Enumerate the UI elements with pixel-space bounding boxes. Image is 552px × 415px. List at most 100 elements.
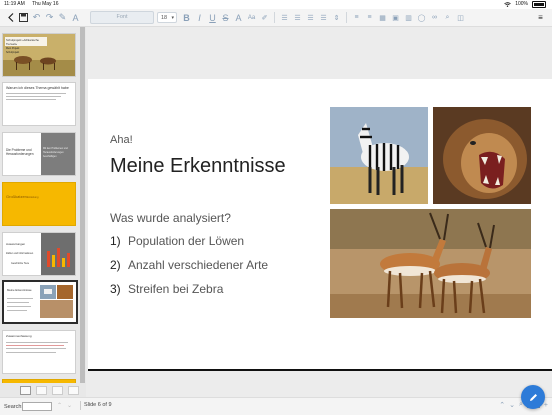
thumbnail-1-sub2: Schulprojekt: [6, 51, 20, 54]
list-item-number: 3): [110, 282, 121, 296]
status-bar: 11:19 AM Thu May 16 100%: [0, 0, 552, 9]
previous-slide-icon[interactable]: ⌃: [499, 401, 505, 409]
thumbnail-7-title: Zusammenfassung: [6, 334, 32, 338]
slide-thumbnails-panel: Schulprojekt »Afrikanische Tierwelt« Mei…: [0, 27, 86, 383]
next-slide-icon[interactable]: ⌄: [509, 401, 515, 409]
slide-thumbnail-4[interactable]: Großkatzen Einleitung: [2, 182, 76, 226]
search-next-icon[interactable]: ⌄: [67, 402, 72, 409]
slide-canvas-area: Aha! Meine Erkenntnisse Was wurde analys…: [86, 27, 552, 397]
line-spacing-icon[interactable]: ⇕: [331, 11, 342, 25]
font-size-select[interactable]: 18 ▾: [157, 12, 177, 23]
thumbnail-6-text: [7, 310, 27, 312]
status-time: 11:19 AM: [4, 1, 25, 7]
slide-thumbnail-6[interactable]: Meine Erkenntnisse: [2, 280, 78, 324]
search-prev-icon[interactable]: ⌃: [57, 402, 62, 409]
table-icon[interactable]: ▦: [377, 11, 388, 25]
thumbnail-6-title: Meine Erkenntnisse: [7, 288, 32, 292]
thumbnail-6-photos: [40, 285, 73, 318]
slide-thumbnail-7[interactable]: Zusammenfassung: [2, 330, 76, 374]
bullet-list-icon[interactable]: ≡: [351, 11, 362, 25]
justify-icon[interactable]: ☰: [318, 11, 329, 25]
slide-thumbnail-5[interactable]: Auswertungen Zahlen und Informationen Ge…: [2, 232, 76, 276]
strikethrough-icon[interactable]: S: [220, 11, 231, 25]
thumbnail-6-text: [7, 302, 29, 304]
text-style-icon[interactable]: A: [70, 11, 81, 25]
list-item: 3) Streifen bei Zebra: [110, 282, 268, 306]
font-color-icon[interactable]: A: [233, 11, 244, 25]
thumbnail-4-sub: Einleitung: [27, 196, 39, 199]
list-item: 1) Population der Löwen: [110, 234, 268, 258]
bold-icon[interactable]: B: [181, 11, 192, 25]
search-icon[interactable]: ⌕: [442, 11, 453, 25]
thumbnail-3-title: Die Probleme und Herausforderungen: [6, 148, 34, 156]
battery-percent: 100%: [515, 1, 528, 7]
numbered-list-icon[interactable]: ≡: [364, 11, 375, 25]
slide-thumbnail-1[interactable]: Schulprojekt »Afrikanische Tierwelt« Mei…: [2, 33, 76, 77]
back-icon[interactable]: [5, 11, 16, 25]
slide-thumbnail-3[interactable]: Die Probleme und Herausforderungen Mit d…: [2, 132, 76, 176]
outline-view-icon[interactable]: [36, 385, 47, 395]
thumbnail-5-sub: Zahlen und Informationen: [6, 252, 34, 255]
thumbnail-7-text: [6, 342, 68, 344]
undo-icon[interactable]: ↶: [31, 11, 42, 25]
toolbar-divider: [274, 12, 275, 23]
font-select[interactable]: Font: [90, 11, 154, 24]
slide-view-icon[interactable]: [20, 385, 31, 395]
italic-icon[interactable]: I: [194, 11, 205, 25]
sidebar-scrollbar[interactable]: [80, 27, 85, 383]
slide-canvas[interactable]: Aha! Meine Erkenntnisse Was wurde analys…: [88, 79, 552, 371]
chevron-down-icon: ▾: [171, 15, 174, 21]
slide-heading[interactable]: Meine Erkenntnisse: [110, 155, 286, 178]
align-right-icon[interactable]: ☰: [305, 11, 316, 25]
slide-counter: Slide 6 of 9: [80, 401, 112, 410]
save-icon[interactable]: [18, 11, 29, 25]
search-input[interactable]: [22, 402, 52, 411]
toolbar-divider: [346, 12, 347, 23]
chart-icon[interactable]: ▥: [403, 11, 414, 25]
status-date: Thu May 16: [32, 1, 59, 7]
slide-bullet-list[interactable]: 1) Population der Löwen 2) Anzahl verschie…: [110, 234, 268, 306]
thumbnail-7-text: [6, 352, 56, 354]
slide-question[interactable]: Was wurde analysiert?: [110, 211, 231, 225]
font-size-value: 18: [161, 15, 168, 21]
bottom-status-bar: Search: ⌃ ⌄ Slide 6 of 9 ⌃ ⌄ ⌕ +: [0, 397, 552, 415]
thumbnail-7-text: [6, 348, 66, 350]
battery-icon: [532, 1, 546, 8]
thumbnail-2-text: [6, 96, 61, 98]
link-icon[interactable]: ∞: [429, 11, 440, 25]
master-view-icon[interactable]: [68, 385, 79, 395]
list-item-text: Streifen bei Zebra: [128, 282, 224, 296]
zebra-photo[interactable]: [330, 107, 428, 204]
menu-icon[interactable]: ≡: [535, 11, 546, 25]
notes-view-icon[interactable]: [52, 385, 63, 395]
edit-button[interactable]: [521, 385, 545, 409]
pencil-icon: [529, 393, 537, 401]
thumbnail-6-text: [7, 306, 31, 308]
shapes-icon[interactable]: ◯: [416, 11, 427, 25]
sidebar-bottom-bar: [0, 383, 86, 397]
thumbnail-1-title: Schulprojekt »Afrikanische Tierwelt«: [6, 38, 39, 46]
thumbnail-5-chart: [47, 248, 70, 267]
antelope-photo[interactable]: [330, 209, 531, 318]
toolbar: ↶ ↷ ✎ A Font 18 ▾ B I U S A Aa ✐ ☰ ☰ ☰ ☰…: [0, 9, 552, 27]
lion-photo[interactable]: [433, 107, 531, 204]
thumbnail-2-text: [6, 99, 56, 101]
thumbnail-6-text: [7, 298, 33, 300]
thumbnail-3-side: Mit den Problemen und Herausforderungen …: [43, 147, 68, 158]
comment-icon[interactable]: ◫: [455, 11, 466, 25]
image-icon[interactable]: ▣: [390, 11, 401, 25]
list-item-number: 1): [110, 234, 121, 248]
format-brush-icon[interactable]: ✎: [57, 11, 68, 25]
search-label: Search:: [4, 404, 23, 410]
font-size-adjust-icon[interactable]: Aa: [246, 11, 257, 25]
thumbnail-2-text: [6, 93, 66, 95]
redo-icon[interactable]: ↷: [44, 11, 55, 25]
underline-icon[interactable]: U: [207, 11, 218, 25]
zoom-in-icon[interactable]: +: [544, 402, 548, 409]
align-left-icon[interactable]: ☰: [279, 11, 290, 25]
align-center-icon[interactable]: ☰: [292, 11, 303, 25]
highlight-icon[interactable]: ✐: [259, 11, 270, 25]
slide-kicker[interactable]: Aha!: [110, 134, 133, 146]
list-item-number: 2): [110, 258, 121, 272]
slide-thumbnail-2[interactable]: Warum ich dieses Thema gewählt habe: [2, 82, 76, 126]
